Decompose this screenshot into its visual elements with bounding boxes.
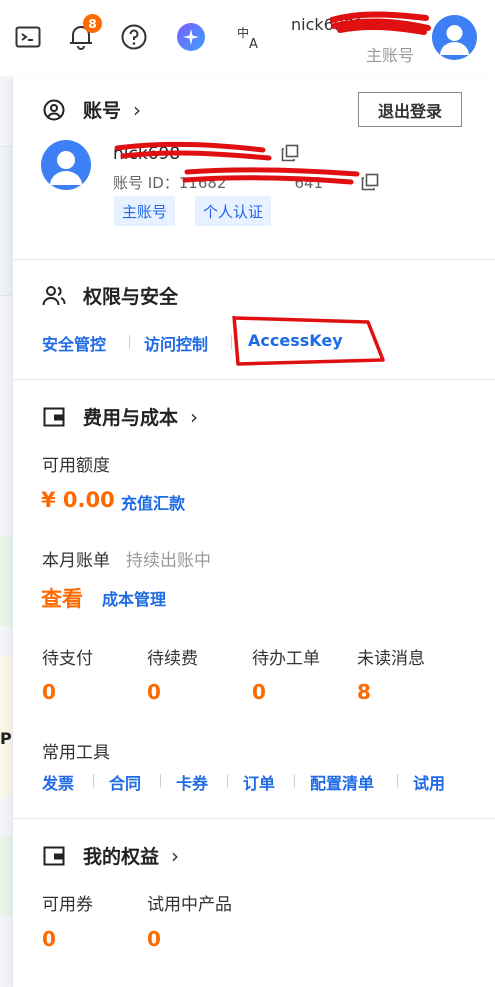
trial-products-count[interactable]: 0 [147, 927, 161, 951]
security-title: 权限与安全 [83, 286, 179, 308]
bill-status-text: 持续出账中 [126, 551, 211, 571]
copy-name-icon[interactable] [281, 144, 299, 162]
available-credit-label: 可用额度 [42, 456, 110, 476]
access-control-link[interactable]: 访问控制 [144, 331, 208, 355]
chevron-right-icon: › [171, 843, 180, 868]
top-user-role: 主账号 [366, 46, 415, 65]
pending-payment-label: 待支付 [42, 649, 93, 669]
pending-renewal-label: 待续费 [147, 649, 198, 669]
svg-text:A: A [249, 37, 258, 50]
terminal-icon[interactable] [13, 22, 43, 52]
benefits-title: 我的权益 [83, 846, 160, 868]
account-avatar [41, 140, 91, 190]
monthly-bill-label: 本月账单 [42, 551, 110, 571]
top-bar: 8 中A nick6981 主账号 [0, 0, 495, 76]
account-section-title[interactable]: 账号 › [41, 96, 141, 123]
background-page: P [0, 76, 12, 987]
pending-tickets-count[interactable]: 0 [252, 680, 266, 704]
chevron-right-icon: › [190, 404, 199, 429]
cost-title: 费用与成本 [83, 407, 179, 429]
ai-assistant-icon[interactable] [176, 22, 206, 52]
cost-management-link[interactable]: 成本管理 [102, 586, 166, 610]
pending-payment-count[interactable]: 0 [42, 680, 56, 704]
user-avatar[interactable] [432, 15, 477, 60]
tool-config-list-link[interactable]: 配置清单 [310, 770, 374, 794]
tool-trial-link[interactable]: 试用 [413, 770, 445, 794]
notification-badge: 8 [83, 14, 102, 33]
language-switch-icon[interactable]: 中A [234, 22, 264, 52]
divider [13, 259, 495, 260]
copy-id-icon[interactable] [361, 173, 379, 191]
chevron-right-icon: › [133, 97, 142, 122]
tool-coupon-link[interactable]: 卡券 [176, 770, 208, 794]
benefits-section-title[interactable]: 我的权益 › [41, 842, 179, 869]
account-title: 账号 [83, 100, 122, 122]
svg-text:中: 中 [237, 25, 249, 40]
help-icon[interactable] [119, 22, 149, 52]
user-circle-icon [41, 97, 67, 123]
pending-renewal-count[interactable]: 0 [147, 680, 161, 704]
divider [13, 818, 495, 819]
security-section-title: 权限与安全 [41, 282, 178, 309]
available-credit-amount: ¥ 0.00 [41, 488, 115, 512]
top-user-name[interactable]: nick6981 [291, 15, 364, 34]
available-coupons-label: 可用券 [42, 895, 93, 915]
view-bill-link[interactable]: 查看 [41, 583, 83, 613]
notification-bell-icon[interactable]: 8 [66, 14, 102, 52]
tool-order-link[interactable]: 订单 [243, 770, 275, 794]
account-id: 账号 ID：11682 641 [113, 174, 324, 192]
tag-main-account: 主账号 [114, 196, 176, 226]
unread-messages-count[interactable]: 8 [357, 680, 371, 704]
tool-contract-link[interactable]: 合同 [109, 770, 141, 794]
unread-messages-label: 未读消息 [357, 649, 425, 669]
wallet-icon [41, 843, 67, 869]
background-partial-text: P [0, 729, 12, 748]
cost-section-title[interactable]: 费用与成本 › [41, 403, 198, 430]
common-tools-label: 常用工具 [42, 743, 110, 763]
account-dropdown-panel: 账号 › 退出登录 nick698 账号 ID：11682 641 主账号 个人认… [12, 76, 495, 987]
wallet-icon [41, 404, 67, 430]
trial-products-label: 试用中产品 [147, 895, 232, 915]
available-coupons-count[interactable]: 0 [42, 927, 56, 951]
divider [13, 379, 495, 380]
logout-button[interactable]: 退出登录 [358, 92, 462, 127]
recharge-link[interactable]: 充值汇款 [121, 490, 185, 514]
account-name: nick698 [113, 144, 181, 164]
tool-invoice-link[interactable]: 发票 [42, 770, 74, 794]
tag-personal-verification: 个人认证 [195, 196, 272, 226]
accesskey-link[interactable]: AccessKey [248, 331, 343, 350]
security-control-link[interactable]: 安全管控 [42, 331, 106, 355]
users-icon [41, 283, 67, 309]
pending-tickets-label: 待办工单 [252, 649, 320, 669]
